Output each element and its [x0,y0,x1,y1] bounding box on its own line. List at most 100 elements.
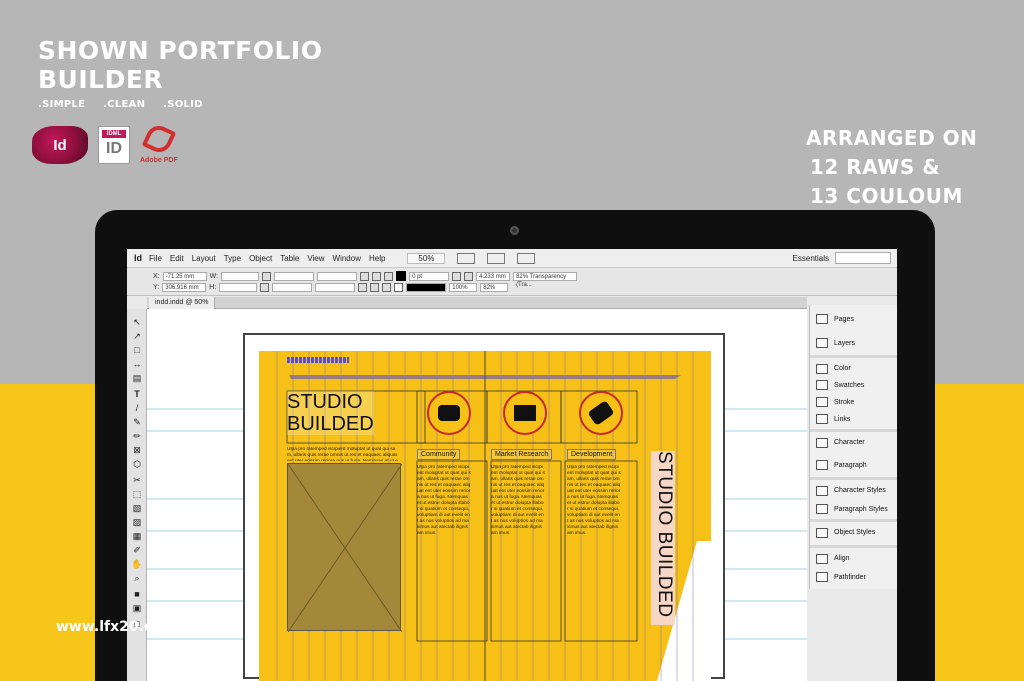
eyedropper-tool-icon[interactable]: ✐ [131,545,143,556]
mock-title-line2: BUILDED [287,413,374,435]
scale-x-field[interactable] [274,271,315,281]
panel-paragraph[interactable]: Paragraph [810,453,897,477]
document-canvas[interactable]: STUDIO BUILDED Ulpa pro ratemped iscipie… [147,309,807,681]
panel-pathfinder[interactable]: Pathfinder [810,565,897,589]
constrain-icon[interactable] [262,271,272,281]
image-placeholder [287,463,403,633]
fx-icon[interactable] [464,271,474,281]
mock-title-line1: STUDIO [287,391,363,413]
search-input[interactable] [835,252,891,264]
market-research-body-text: Ulpa pro ratemped iscipient moluptat ut … [491,465,545,536]
opacity-field[interactable]: 100% [449,283,478,292]
menu-edit[interactable]: Edit [170,254,184,263]
mock-studio-title: STUDIO BUILDED [287,391,374,435]
arrange-documents-icon[interactable] [517,252,536,264]
w-field[interactable] [221,271,260,281]
type-tool-icon[interactable]: T [131,389,143,400]
effects-select[interactable]: 82% Transparency (Tra... [513,271,578,288]
panel-paragraph-styles[interactable]: Paragraph Styles [810,497,897,521]
view-options-icon[interactable] [457,252,476,264]
menu-help[interactable]: Help [369,254,385,263]
page-tool-icon[interactable]: □ [131,345,143,356]
stroke-type-select[interactable] [406,283,447,292]
panel-object-styles[interactable]: Object Styles [810,519,897,543]
hero-title: SHOWN PORTFOLIO BUILDER [38,36,322,94]
rectangle-frame-tool-icon[interactable]: ⊠ [131,445,143,456]
line-tool-icon[interactable]: / [131,403,143,414]
screen-mode-icon[interactable] [487,252,506,264]
scale-y-field[interactable] [272,283,313,292]
y-field[interactable]: 306.916 mm [162,283,207,292]
menu-table[interactable]: Table [280,254,299,263]
flip-icon[interactable] [372,271,382,281]
corner-size-field[interactable]: 4.233 mm [476,271,511,281]
select-content-icon[interactable] [382,283,392,292]
link-icon[interactable] [260,283,270,292]
image-frame-cross [287,463,403,633]
scissors-tool-icon[interactable]: ✂ [131,475,143,486]
gap-tool-icon[interactable]: ↔ [131,359,143,370]
menu-window[interactable]: Window [333,254,361,263]
community-icon [427,391,471,435]
gradient-feather-icon[interactable]: ▨ [131,517,143,528]
menu-object[interactable]: Object [249,254,272,263]
h-field[interactable] [219,283,258,292]
zoom-tool-icon[interactable]: ⌕ [131,573,143,584]
indesign-window: Id File Edit Layout Type Object Table Vi… [127,249,897,681]
column-heading-community: Community [417,449,461,460]
links-icon [816,414,828,424]
fill-swatch-icon[interactable] [396,271,407,281]
column-heading-development: Development [567,449,617,460]
panel-character[interactable]: Character [810,429,897,453]
flip-vertical-icon[interactable] [370,283,380,292]
shear-icon[interactable] [358,283,368,292]
panel-links[interactable]: Links [810,407,897,431]
vertical-title-frame: STUDIO BUILDED [651,451,675,625]
direct-selection-tool-icon[interactable]: ↗ [131,331,143,342]
shear-field[interactable] [315,283,356,292]
fill-stroke-icon[interactable]: ■ [131,589,143,600]
pencil-tool-icon[interactable]: ✏ [131,431,143,442]
layers-icon [816,338,828,348]
hero-title-line1: SHOWN PORTFOLIO [38,36,323,65]
app-logos: Id IDML ID Adobe PDF [32,121,180,164]
pages-icon [816,314,828,324]
hero-tagline: .SIMPLE .CLEAN .SOLID [38,99,203,110]
pen-tool-icon[interactable]: ✎ [131,417,143,428]
market-research-icon [503,391,547,435]
h-label: H: [209,284,217,291]
menu-file[interactable]: File [149,254,162,263]
hand-tool-icon[interactable]: ✋ [131,559,143,570]
stroke-icon [816,397,828,407]
tint-field[interactable]: 82% [480,283,509,292]
select-container-icon[interactable] [384,271,394,281]
gradient-tool-icon[interactable]: ▧ [131,503,143,514]
workspace-select[interactable]: Essentials [793,254,829,263]
zoom-select[interactable]: 50% [407,252,446,264]
stroke-weight-field[interactable]: 0 pt [409,271,450,281]
panel-pages[interactable]: Pages [810,307,897,331]
rotate-icon[interactable] [360,271,370,281]
column-heading-market-research: Market Research [491,449,553,460]
character-icon [816,437,828,448]
wrap-icon[interactable] [452,271,462,281]
development-body-text: Ulpa pro ratemped iscipient moluptat ut … [567,465,621,536]
stroke-swatch-icon[interactable] [394,283,404,292]
free-transform-tool-icon[interactable]: ⬚ [131,489,143,500]
x-field[interactable]: -71.25 mm [162,271,207,281]
menu-view[interactable]: View [307,254,324,263]
rectangle-tool-icon[interactable]: ⬡ [131,459,143,470]
menu-layout[interactable]: Layout [192,254,216,263]
indesign-logo-icon: Id [32,126,88,164]
formatting-icon[interactable]: ▣ [131,603,143,614]
document-tab[interactable]: indd.indd @ 50% [149,297,216,309]
rotate-field[interactable] [317,271,358,281]
note-tool-icon[interactable]: ▦ [131,531,143,542]
document-spread[interactable]: STUDIO BUILDED Ulpa pro ratemped iscipie… [243,333,725,681]
menu-type[interactable]: Type [224,254,241,263]
content-collector-icon[interactable]: ▤ [131,373,143,384]
object-styles-icon [816,527,828,538]
panel-layers[interactable]: Layers [810,331,897,355]
color-icon [816,363,828,374]
selection-tool-icon[interactable]: ↖ [131,317,143,328]
